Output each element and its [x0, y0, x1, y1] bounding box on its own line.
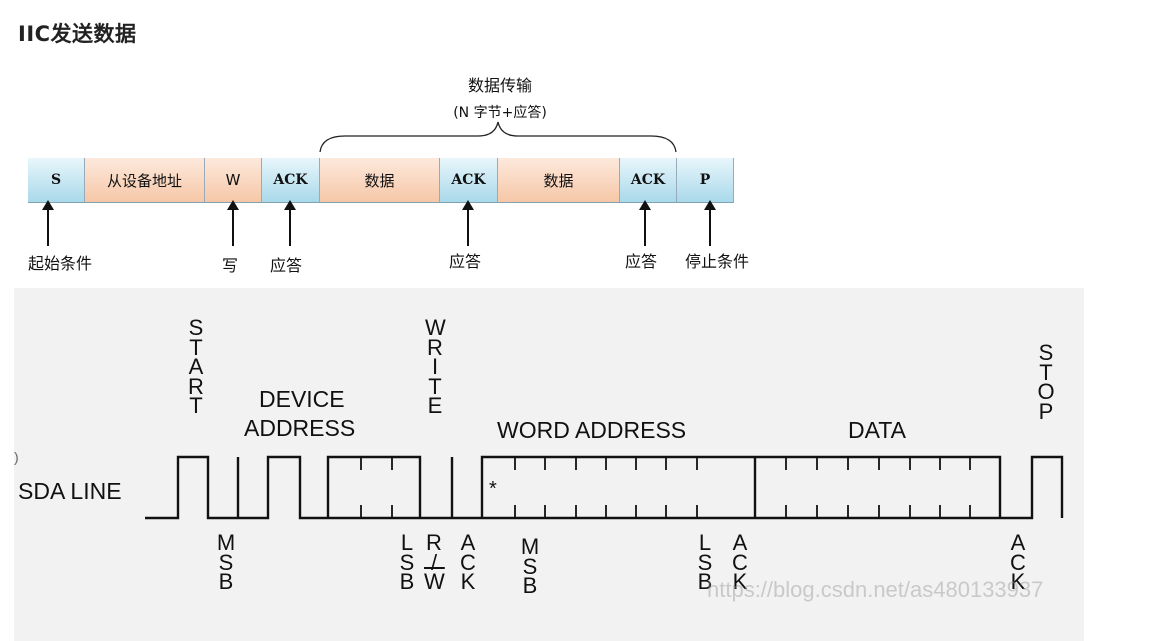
rw-w: W [424, 569, 445, 594]
sda-waveform [145, 455, 1064, 520]
label-msb-1: MSB [216, 530, 236, 594]
lsb-1-text: LSB [399, 530, 415, 594]
msb-2-text: MSB [520, 534, 540, 598]
word-address-star: * [489, 478, 497, 500]
label-ack-1-vertical: ACK [458, 530, 478, 594]
label-rw: R / W [424, 532, 445, 594]
label-msb-2: MSB [520, 534, 540, 598]
watermark: https://blog.csdn.net/as480133937 [707, 577, 1044, 602]
label-lsb-1: LSB [397, 530, 417, 594]
msb-1-text: MSB [216, 530, 236, 594]
ack-1-text: ACK [460, 530, 476, 594]
